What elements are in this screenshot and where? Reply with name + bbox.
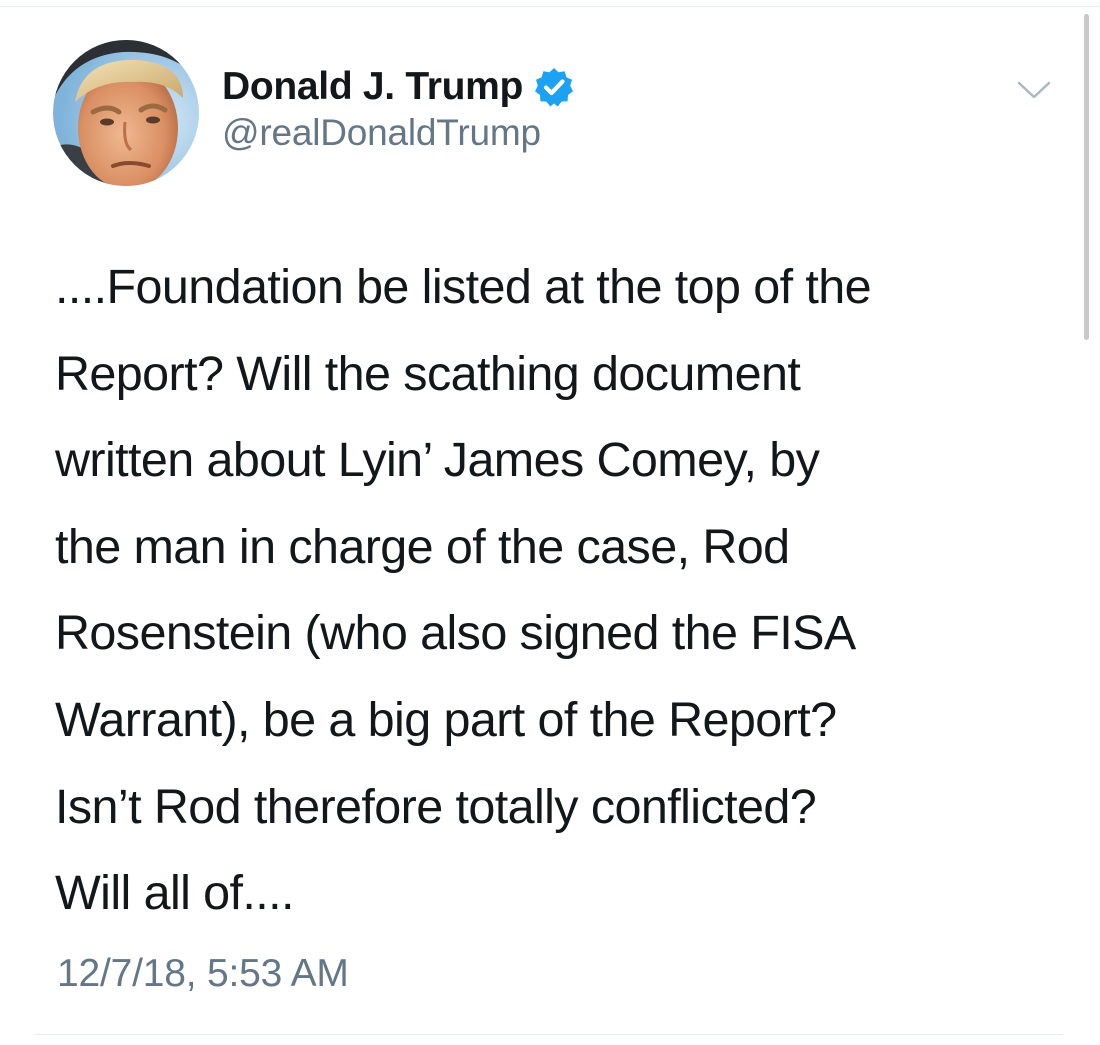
scrollbar[interactable] xyxy=(1084,14,1089,340)
chevron-down-icon[interactable] xyxy=(1014,76,1054,104)
tweet-text: ....Foundation be listed at the top of t… xyxy=(55,244,1065,937)
user-handle[interactable]: @realDonaldTrump xyxy=(222,112,541,154)
tweet-line: Will all of.... xyxy=(55,866,295,921)
top-divider xyxy=(0,6,1100,7)
tweet-timestamp[interactable]: 12/7/18, 5:53 AM xyxy=(57,952,349,996)
avatar-photo xyxy=(53,40,199,186)
tweet-line: Rosenstein (who also signed the FISA xyxy=(55,606,856,661)
display-name[interactable]: Donald J. Trump xyxy=(222,65,523,109)
tweet-line: the man in charge of the case, Rod xyxy=(55,519,790,574)
tweet-line: Warrant), be a big part of the Report? xyxy=(55,692,837,747)
tweet-line: Report? Will the scathing document xyxy=(55,346,801,401)
tweet-line: written about Lyin’ James Comey, by xyxy=(55,433,820,488)
avatar[interactable] xyxy=(53,40,199,186)
verified-badge-icon xyxy=(533,66,575,108)
tweet-line: ....Foundation be listed at the top of t… xyxy=(55,260,872,314)
bottom-divider xyxy=(35,1034,1063,1035)
tweet-line: Isn’t Rod therefore totally conflicted? xyxy=(55,779,817,834)
author-name-row[interactable]: Donald J. Trump xyxy=(222,62,575,112)
